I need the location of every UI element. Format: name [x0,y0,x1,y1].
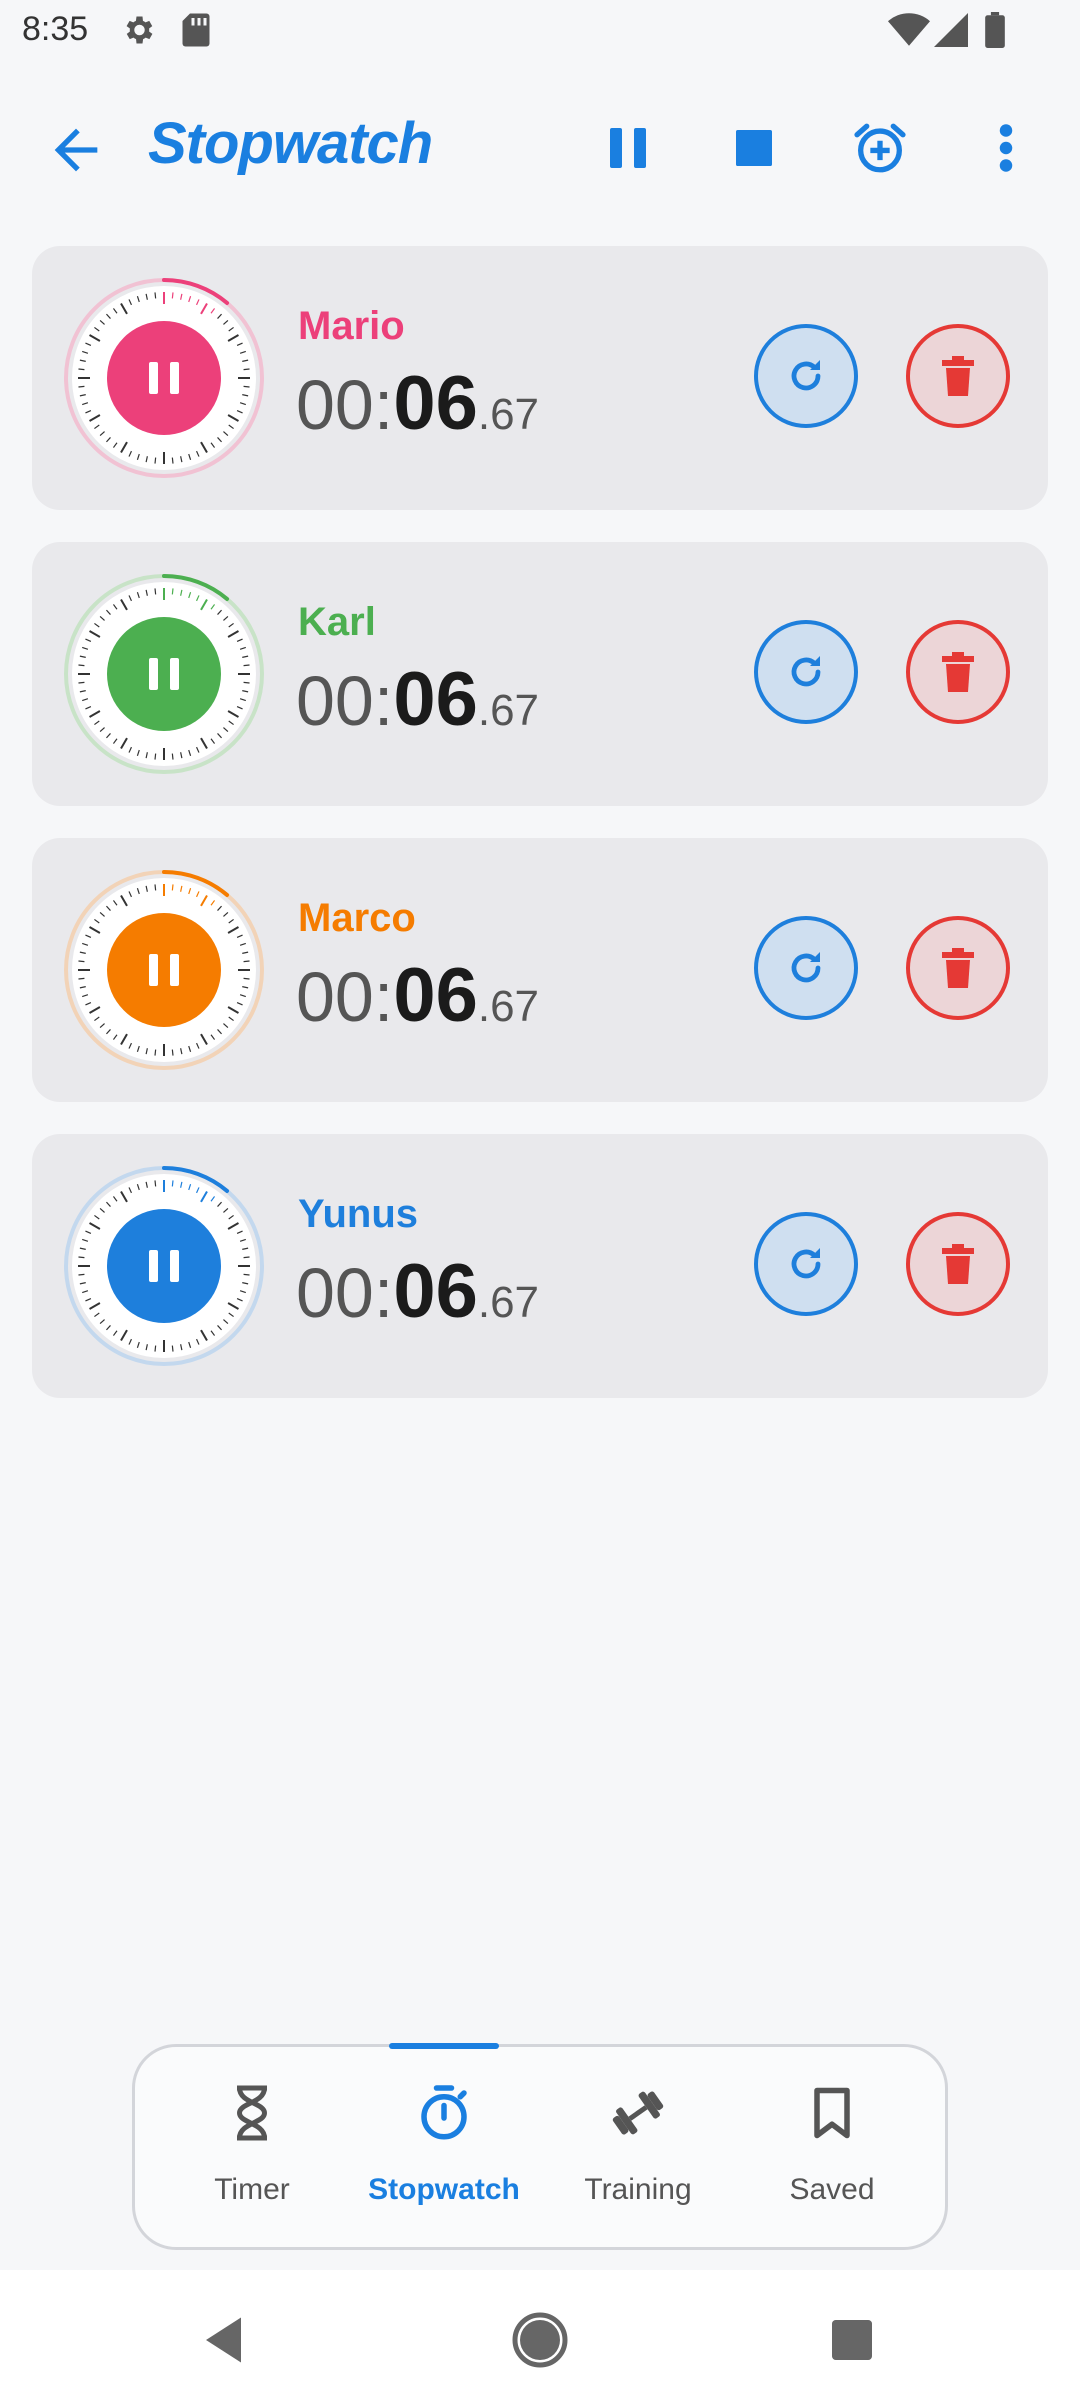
time-minutes: 00: [296,662,394,740]
stopwatch-dial[interactable] [62,1164,266,1368]
stop-all-icon [736,129,772,171]
back-arrow-icon[interactable] [44,118,108,182]
nav-stopwatch[interactable]: Stopwatch [349,2043,539,2247]
refresh-icon [791,656,821,687]
status-bar: 8:35 [0,0,1080,64]
time-minutes: 00: [296,1254,394,1332]
stopwatch-card: Karl 00:06.67 [32,542,1048,806]
time-minutes: 00: [296,958,394,1036]
delete-button[interactable] [906,916,1010,1020]
time-seconds: 06 [393,361,478,446]
cellular-icon [934,12,968,53]
time-minutes: 00: [296,366,394,444]
stopwatch-dial[interactable] [62,572,266,776]
trash-icon [942,652,974,692]
stopwatch-time: 00:06.67 [296,360,539,447]
time-centiseconds: .67 [477,390,540,439]
time-seconds: 06 [393,1249,478,1334]
app-bar: Stopwatch [0,90,1080,210]
stopwatch-name[interactable]: Mario [298,304,405,349]
stopwatch-name[interactable]: Karl [298,600,376,645]
sd-card-icon [180,12,212,53]
page-title: Stopwatch [148,111,433,176]
stopwatch-dial[interactable] [62,276,266,480]
time-seconds: 06 [393,657,478,742]
nav-label: Stopwatch [368,2173,520,2206]
trash-icon [942,356,974,396]
reset-button[interactable] [754,916,858,1020]
more-vert-icon [998,123,1014,178]
delete-button[interactable] [906,620,1010,724]
add-alarm-button[interactable] [846,116,914,184]
battery-icon [984,12,1006,53]
add-alarm-icon [851,119,909,182]
dial-graphic [64,870,264,1070]
time-centiseconds: .67 [477,982,540,1031]
stop-all-button[interactable] [720,116,788,184]
status-time: 8:35 [22,10,89,48]
stopwatch-card: Marco 00:06.67 [32,838,1048,1102]
hourglass-icon [222,2083,282,2143]
dial-graphic [64,278,264,478]
settings-icon [120,12,156,53]
active-indicator [389,2043,499,2049]
nav-saved[interactable]: Saved [737,2047,927,2247]
stopwatch-name[interactable]: Yunus [298,1192,418,1237]
nav-training[interactable]: Training [543,2047,733,2247]
nav-label: Training [584,2173,692,2206]
stopwatch-dial[interactable] [62,868,266,1072]
reset-button[interactable] [754,1212,858,1316]
dial-graphic [64,1166,264,1366]
more-options-button[interactable] [972,116,1040,184]
stopwatch-time: 00:06.67 [296,656,539,743]
system-navigation-bar [0,2270,1080,2400]
stopwatch-time: 00:06.67 [296,1248,539,1335]
reset-button[interactable] [754,620,858,724]
nav-label: Saved [789,2173,875,2206]
nav-label: Timer [214,2173,290,2206]
delete-button[interactable] [906,1212,1010,1316]
refresh-icon [791,360,821,391]
pause-all-button[interactable] [594,116,662,184]
home-icon[interactable] [510,2310,570,2370]
back-icon[interactable] [196,2310,256,2370]
refresh-icon [791,952,821,983]
time-centiseconds: .67 [477,1278,540,1327]
bookmark-icon [802,2083,862,2143]
bottom-navigation: Timer Stopwatch Training Saved [132,2043,948,2250]
trash-icon [942,1244,974,1284]
dumbbell-icon [608,2083,668,2143]
stopwatch-icon [414,2083,474,2143]
stopwatch-card: Yunus 00:06.67 [32,1134,1048,1398]
refresh-icon [791,1248,821,1279]
stopwatch-card: Mario 00:06.67 [32,246,1048,510]
dial-graphic [64,574,264,774]
pause-all-icon [608,126,648,175]
recents-icon[interactable] [822,2310,882,2370]
time-centiseconds: .67 [477,686,540,735]
nav-timer[interactable]: Timer [157,2047,347,2247]
wifi-icon [888,12,930,53]
stopwatch-time: 00:06.67 [296,952,539,1039]
stopwatch-name[interactable]: Marco [298,896,416,941]
trash-icon [942,948,974,988]
reset-button[interactable] [754,324,858,428]
time-seconds: 06 [393,953,478,1038]
delete-button[interactable] [906,324,1010,428]
